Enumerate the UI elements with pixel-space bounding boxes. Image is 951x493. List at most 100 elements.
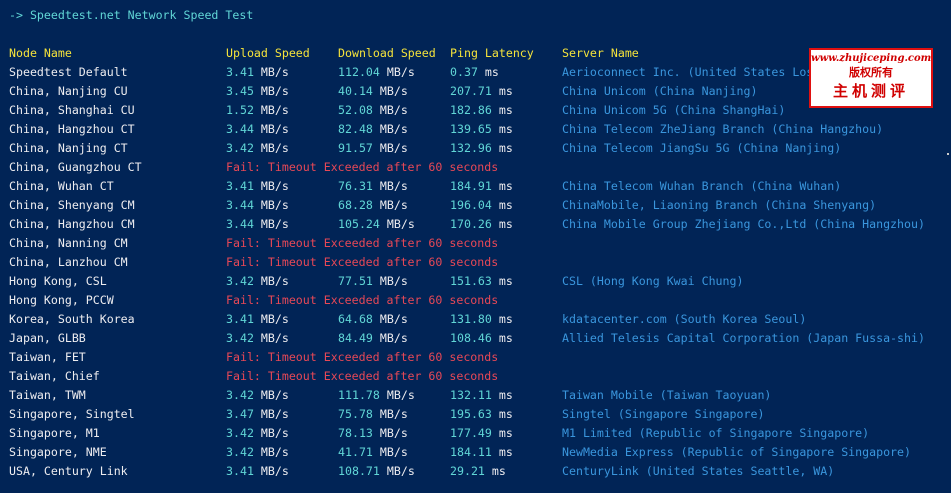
download-unit: MB/s	[386, 65, 415, 79]
download-unit: MB/s	[379, 445, 408, 459]
download-speed: 78.13 MB/s	[338, 424, 408, 443]
node-name: Korea, South Korea	[9, 312, 135, 326]
ping-latency: 182.86 ms	[450, 101, 513, 120]
ping-unit: ms	[498, 217, 513, 231]
server-name: kdatacenter.com (South Korea Seoul)	[562, 312, 807, 326]
watermark-main: 主机测评	[832, 82, 909, 100]
node-name: China, Hangzhou CT	[9, 122, 135, 136]
ping-unit: ms	[498, 198, 513, 212]
ping-latency: 132.11 ms	[450, 386, 513, 405]
speedtest-title: -> Speedtest.net Network Speed Test	[9, 8, 254, 22]
download-speed: 84.49 MB/s	[338, 329, 408, 348]
ping-value: 207.71	[450, 84, 492, 98]
upload-speed: 3.41 MB/s	[226, 63, 289, 82]
ping-unit: ms	[498, 426, 513, 440]
upload-speed: 3.42 MB/s	[226, 329, 289, 348]
server-name: NewMedia Express (Republic of Singapore …	[562, 445, 912, 459]
ping-latency: 139.65 ms	[450, 120, 513, 139]
ping-value: 182.86	[450, 103, 492, 117]
upload-value: 3.42	[226, 274, 254, 288]
upload-value: 3.44	[226, 122, 254, 136]
node-name: China, Hangzhou CM	[9, 217, 135, 231]
server-name: China Telecom Wuhan Branch (China Wuhan)	[562, 179, 842, 193]
ping-value: 151.63	[450, 274, 492, 288]
node-name: Hong Kong, PCCW	[9, 293, 114, 307]
download-speed: 52.08 MB/s	[338, 101, 408, 120]
upload-unit: MB/s	[260, 388, 289, 402]
download-unit: MB/s	[379, 103, 408, 117]
ping-value: 131.80	[450, 312, 492, 326]
ping-value: 132.11	[450, 388, 492, 402]
upload-value: 3.44	[226, 217, 254, 231]
ping-unit: ms	[484, 65, 499, 79]
download-speed: 76.31 MB/s	[338, 177, 408, 196]
server-name: China Telecom ZheJiang Branch (China Han…	[562, 122, 884, 136]
download-value: 112.04	[338, 65, 380, 79]
ping-value: 170.26	[450, 217, 492, 231]
ping-unit: ms	[498, 407, 513, 421]
node-name: Japan, GLBB	[9, 331, 86, 345]
node-name: Singapore, NME	[9, 445, 107, 459]
server-name: China Unicom (China Nanjing)	[562, 84, 758, 98]
ping-value: 184.91	[450, 179, 492, 193]
ping-latency: 170.26 ms	[450, 215, 513, 234]
ping-value: 184.11	[450, 445, 492, 459]
download-unit: MB/s	[379, 198, 408, 212]
node-name: China, Shanghai CU	[9, 103, 135, 117]
download-value: 64.68	[338, 312, 373, 326]
download-value: 75.78	[338, 407, 373, 421]
ping-unit: ms	[498, 84, 513, 98]
node-name: China, Nanning CM	[9, 236, 128, 250]
download-unit: MB/s	[379, 122, 408, 136]
upload-value: 3.42	[226, 445, 254, 459]
node-name: Speedtest Default	[9, 65, 128, 79]
download-value: 40.14	[338, 84, 373, 98]
terminal-window: -> Speedtest.net Network Speed Test Node…	[0, 0, 951, 493]
upload-speed: 3.41 MB/s	[226, 177, 289, 196]
download-unit: MB/s	[379, 179, 408, 193]
download-unit: MB/s	[386, 217, 415, 231]
download-unit: MB/s	[379, 407, 408, 421]
download-speed: 91.57 MB/s	[338, 139, 408, 158]
upload-value: 3.42	[226, 388, 254, 402]
download-speed: 77.51 MB/s	[338, 272, 408, 291]
ping-unit: ms	[491, 464, 506, 478]
server-name: Allied Telesis Capital Corporation (Japa…	[562, 331, 925, 345]
download-unit: MB/s	[386, 388, 415, 402]
fail-message: Fail: Timeout Exceeded after 60 seconds	[226, 293, 499, 307]
download-value: 52.08	[338, 103, 373, 117]
fail-message: Fail: Timeout Exceeded after 60 seconds	[226, 350, 499, 364]
upload-value: 3.41	[226, 312, 254, 326]
node-name: Hong Kong, CSL	[9, 274, 107, 288]
upload-value: 3.41	[226, 65, 254, 79]
ping-latency: 29.21 ms	[450, 462, 506, 481]
ping-unit: ms	[498, 122, 513, 136]
upload-value: 3.44	[226, 198, 254, 212]
download-value: 91.57	[338, 141, 373, 155]
download-unit: MB/s	[379, 312, 408, 326]
header-server-name: Server Name	[562, 46, 639, 60]
upload-value: 3.47	[226, 407, 254, 421]
ping-value: 139.65	[450, 122, 492, 136]
upload-value: 3.41	[226, 179, 254, 193]
download-value: 108.71	[338, 464, 380, 478]
server-name: Taiwan Mobile (Taiwan Taoyuan)	[562, 388, 772, 402]
upload-unit: MB/s	[260, 331, 289, 345]
fail-message: Fail: Timeout Exceeded after 60 seconds	[226, 255, 499, 269]
cursor-mark	[947, 153, 949, 155]
watermark-url: www.zhujiceping.com	[811, 53, 932, 64]
download-value: 41.71	[338, 445, 373, 459]
upload-speed: 3.42 MB/s	[226, 386, 289, 405]
fail-message: Fail: Timeout Exceeded after 60 seconds	[226, 369, 499, 383]
upload-unit: MB/s	[260, 407, 289, 421]
ping-latency: 0.37 ms	[450, 63, 499, 82]
upload-speed: 3.41 MB/s	[226, 310, 289, 329]
upload-unit: MB/s	[260, 84, 289, 98]
node-name: China, Wuhan CT	[9, 179, 114, 193]
ping-value: 177.49	[450, 426, 492, 440]
upload-speed: 3.42 MB/s	[226, 424, 289, 443]
header-node-name: Node Name	[9, 46, 72, 60]
download-value: 76.31	[338, 179, 373, 193]
upload-speed: 3.42 MB/s	[226, 139, 289, 158]
server-name: CenturyLink (United States Seattle, WA)	[562, 464, 835, 478]
